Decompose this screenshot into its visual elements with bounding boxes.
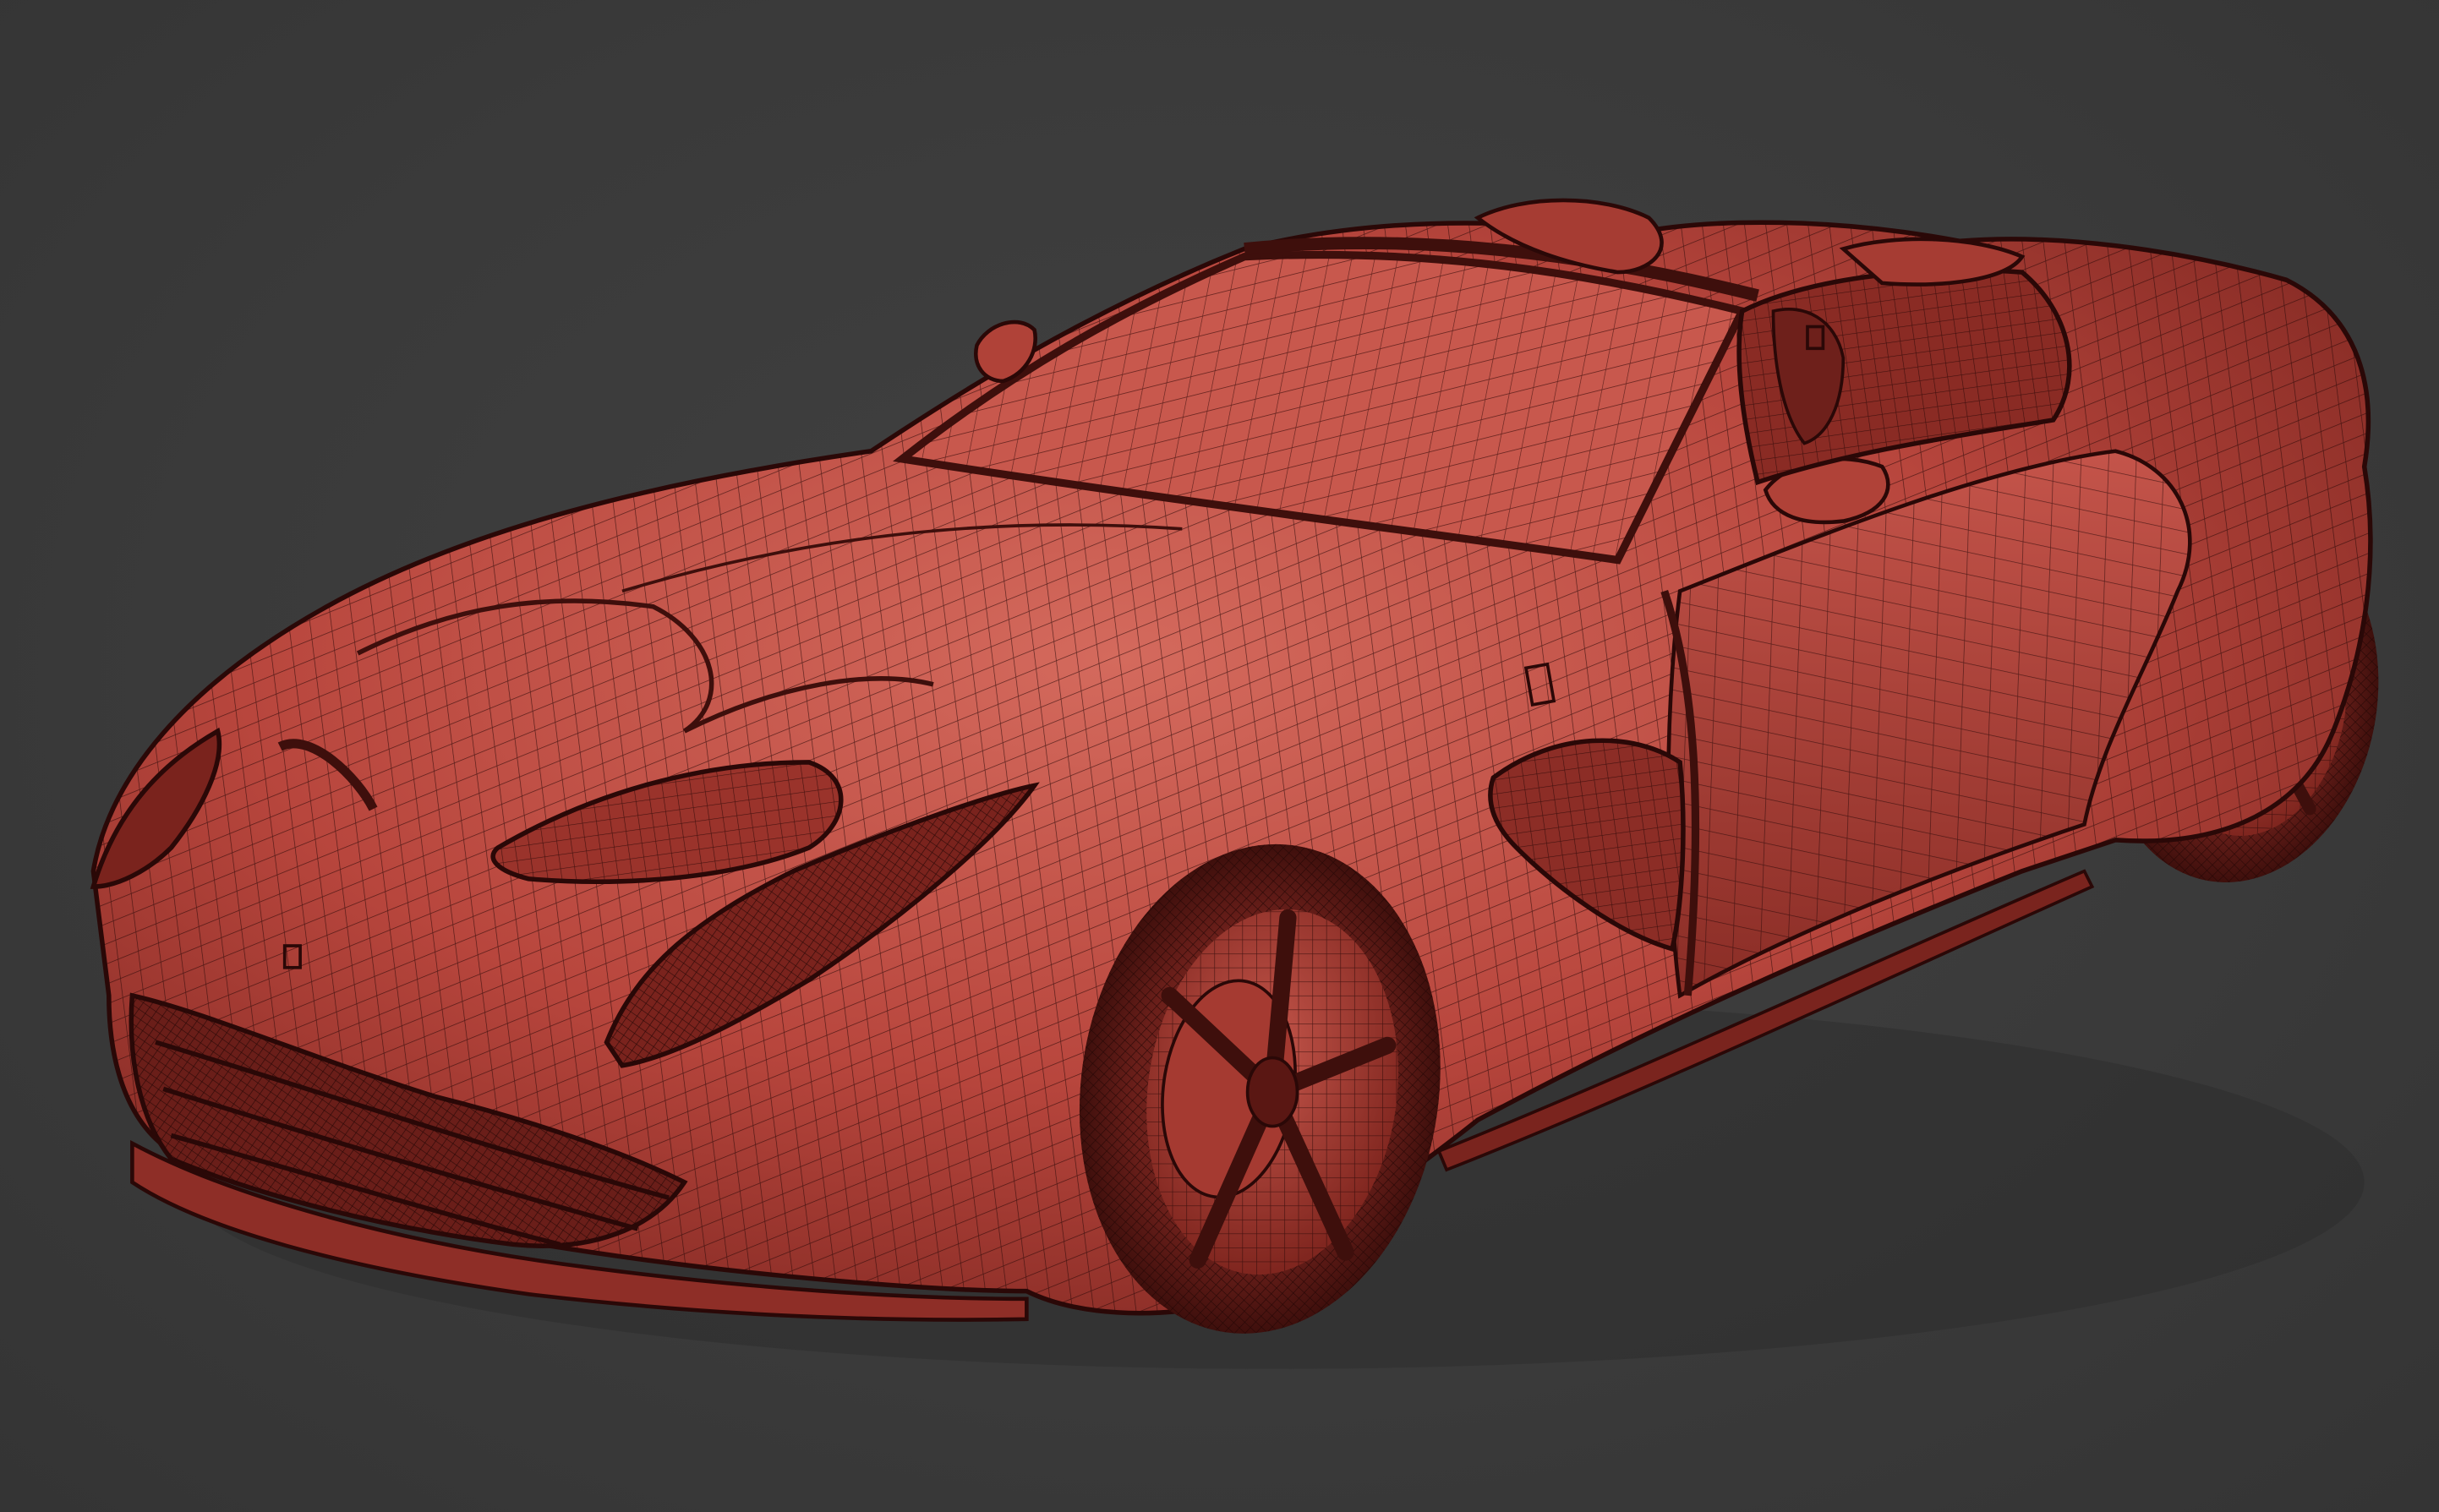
car-model[interactable] <box>0 0 2439 1512</box>
3d-viewport[interactable] <box>0 0 2439 1512</box>
